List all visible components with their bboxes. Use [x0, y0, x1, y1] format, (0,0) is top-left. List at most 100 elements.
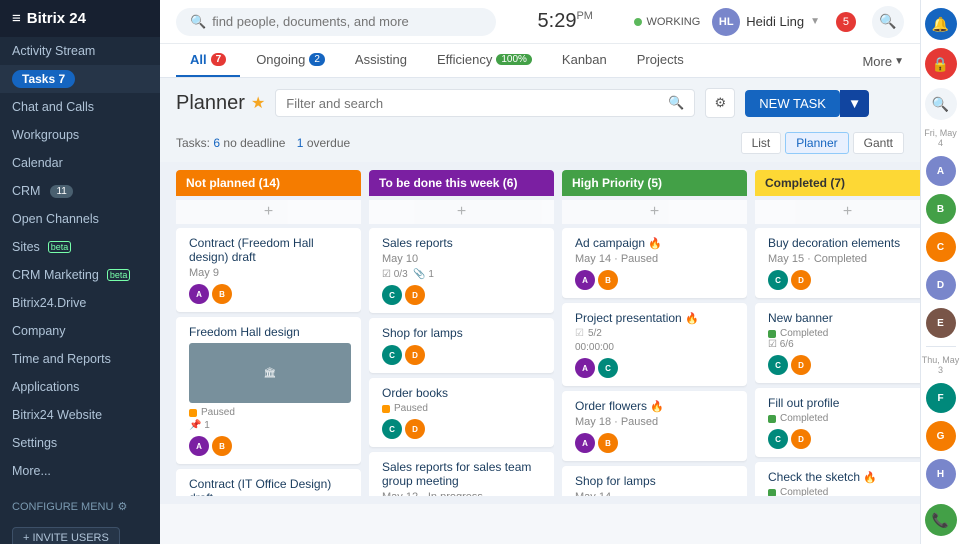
sidebar-item-calendar[interactable]: Calendar: [0, 149, 160, 177]
view-list-button[interactable]: List: [741, 132, 782, 154]
sidebar-item-label: Calendar: [12, 156, 63, 170]
card-sales-reports[interactable]: Sales reports May 10 ☑ 0/3 📎 1 C D: [369, 228, 554, 313]
view-gantt-button[interactable]: Gantt: [853, 132, 904, 154]
filter-box[interactable]: 🔍: [275, 89, 695, 117]
planner-title-text: Planner: [176, 92, 245, 115]
working-status: WORKING: [634, 16, 700, 28]
sidebar-item-time-reports[interactable]: Time and Reports: [0, 345, 160, 373]
sidebar-item-chat[interactable]: Chat and Calls: [0, 93, 160, 121]
rs-avatar-8[interactable]: H: [926, 459, 956, 489]
sidebar-item-label: CRM: [12, 184, 40, 198]
tab-assisting[interactable]: Assisting: [341, 44, 421, 77]
gear-icon[interactable]: ⚙: [117, 500, 127, 513]
card-shop-lamps-hp[interactable]: Shop for lamps May 14 A: [562, 466, 747, 496]
card-fill-out-profile[interactable]: Fill out profile Completed C D: [755, 388, 920, 457]
sidebar-item-sites[interactable]: Sites beta: [0, 233, 160, 261]
new-task-dropdown-button[interactable]: ▼: [840, 90, 869, 117]
add-card-to-be-done[interactable]: +: [369, 200, 554, 224]
add-card-not-planned[interactable]: +: [176, 200, 361, 224]
card-ad-campaign[interactable]: Ad campaign 🔥 May 14 · Paused A B: [562, 228, 747, 298]
card-shop-for-lamps[interactable]: Shop for lamps C D: [369, 318, 554, 373]
card-check-sketch[interactable]: Check the sketch 🔥 Completed ☑ 4/4 C D: [755, 462, 920, 496]
rs-avatar-5[interactable]: E: [926, 308, 956, 338]
sidebar-item-crm[interactable]: CRM 11: [0, 177, 160, 205]
new-task-button[interactable]: NEW TASK: [745, 90, 840, 117]
sidebar-item-drive[interactable]: Bitrix24.Drive: [0, 289, 160, 317]
user-avatar[interactable]: HL: [712, 8, 740, 36]
sidebar-item-settings[interactable]: Settings: [0, 429, 160, 457]
search-input[interactable]: [212, 14, 482, 29]
sidebar-item-open-channels[interactable]: Open Channels: [0, 205, 160, 233]
add-card-high-priority[interactable]: +: [562, 200, 747, 224]
status-label: Paused: [201, 407, 235, 418]
card-title: Ad campaign 🔥: [575, 236, 737, 250]
search-button[interactable]: 🔍: [872, 6, 904, 38]
tab-kanban[interactable]: Kanban: [548, 44, 621, 77]
col-title: Completed (7): [765, 176, 845, 190]
overdue-label: overdue: [307, 136, 350, 150]
settings-button[interactable]: ⚙: [705, 88, 735, 118]
rs-avatar-1[interactable]: A: [926, 156, 956, 186]
kanban-board: Not planned (14) + Contract (Freedom Hal…: [160, 162, 920, 504]
rs-notifications-button[interactable]: 🔔: [925, 8, 957, 40]
card-title: Contract (Freedom Hall design) draft: [189, 236, 351, 264]
stats-text: Tasks: 6 no deadline 1 overdue: [176, 136, 350, 150]
card-buy-decoration[interactable]: Buy decoration elements May 15 · Complet…: [755, 228, 920, 298]
status-dot: [768, 330, 776, 338]
tasks-count[interactable]: 6: [213, 136, 220, 150]
sidebar-item-activity[interactable]: Activity Stream: [0, 37, 160, 65]
sidebar-item-company[interactable]: Company: [0, 317, 160, 345]
invite-users-button[interactable]: + INVITE USERS: [12, 527, 120, 544]
card-sales-reports-group[interactable]: Sales reports for sales team group meeti…: [369, 452, 554, 496]
card-freedom-hall-design[interactable]: Freedom Hall design 🏛 Paused 📌 1 A B: [176, 317, 361, 464]
rs-lock-icon[interactable]: 🔒: [925, 48, 957, 80]
configure-menu[interactable]: CONFIGURE MENU ⚙: [0, 493, 160, 520]
rs-avatar-7[interactable]: G: [926, 421, 956, 451]
card-project-presentation[interactable]: Project presentation 🔥 ☑ 5/2 00:00:00 A …: [562, 303, 747, 386]
rs-avatar-4[interactable]: D: [926, 270, 956, 300]
star-icon[interactable]: ★: [251, 93, 265, 113]
card-contract-it[interactable]: Contract (IT Office Design) draft May 17…: [176, 469, 361, 496]
search-box[interactable]: 🔍: [176, 8, 496, 36]
avatar: D: [791, 355, 811, 375]
rs-avatar-6[interactable]: F: [926, 383, 956, 413]
sidebar-item-crm-marketing[interactable]: CRM Marketing beta: [0, 261, 160, 289]
tab-ongoing[interactable]: Ongoing 2: [242, 44, 339, 77]
sidebar-item-tasks[interactable]: Tasks 7: [0, 65, 160, 93]
status-label: Paused: [394, 403, 428, 414]
view-planner-button[interactable]: Planner: [785, 132, 848, 154]
overdue-count[interactable]: 1: [297, 136, 304, 150]
rs-avatar-3[interactable]: C: [926, 232, 956, 262]
avatar: D: [791, 270, 811, 290]
gear-icon: ⚙: [714, 95, 726, 111]
filter-input[interactable]: [286, 96, 662, 111]
tab-efficiency[interactable]: Efficiency 100%: [423, 44, 546, 77]
avatar: A: [189, 284, 209, 304]
sidebar-item-more[interactable]: More...: [0, 457, 160, 485]
view-buttons: List Planner Gantt: [741, 132, 904, 154]
sidebar-item-applications[interactable]: Applications: [0, 373, 160, 401]
main-area: 🔍 5:29PM WORKING HL Heidi Ling ▼ 5 🔍 All…: [160, 0, 920, 544]
card-order-books[interactable]: Order books Paused C D: [369, 378, 554, 447]
notifications-button[interactable]: 5: [832, 8, 860, 36]
tab-all[interactable]: All 7: [176, 44, 240, 77]
beta-badge: beta: [48, 241, 72, 253]
card-order-flowers[interactable]: Order flowers 🔥 May 18 · Paused A B: [562, 391, 747, 461]
card-new-banner[interactable]: New banner Completed ☑ 6/6 C D: [755, 303, 920, 383]
card-title: Fill out profile: [768, 396, 920, 410]
avatar: B: [598, 433, 618, 453]
phone-button[interactable]: 📞: [925, 504, 957, 536]
avatar: B: [212, 436, 232, 456]
card-contract-freedom[interactable]: Contract (Freedom Hall design) draft May…: [176, 228, 361, 312]
status-label: Completed: [780, 487, 828, 496]
add-card-completed[interactable]: +: [755, 200, 920, 224]
rs-search-button[interactable]: 🔍: [925, 88, 957, 120]
sidebar-item-workgroups[interactable]: Workgroups: [0, 121, 160, 149]
card-date: May 9: [189, 267, 351, 279]
fire-icon: 🔥: [648, 238, 662, 250]
status-dot: [382, 405, 390, 413]
tab-projects[interactable]: Projects: [623, 44, 698, 77]
sidebar-item-website[interactable]: Bitrix24 Website: [0, 401, 160, 429]
rs-avatar-2[interactable]: B: [926, 194, 956, 224]
more-tabs-button[interactable]: More ▼: [862, 46, 904, 77]
